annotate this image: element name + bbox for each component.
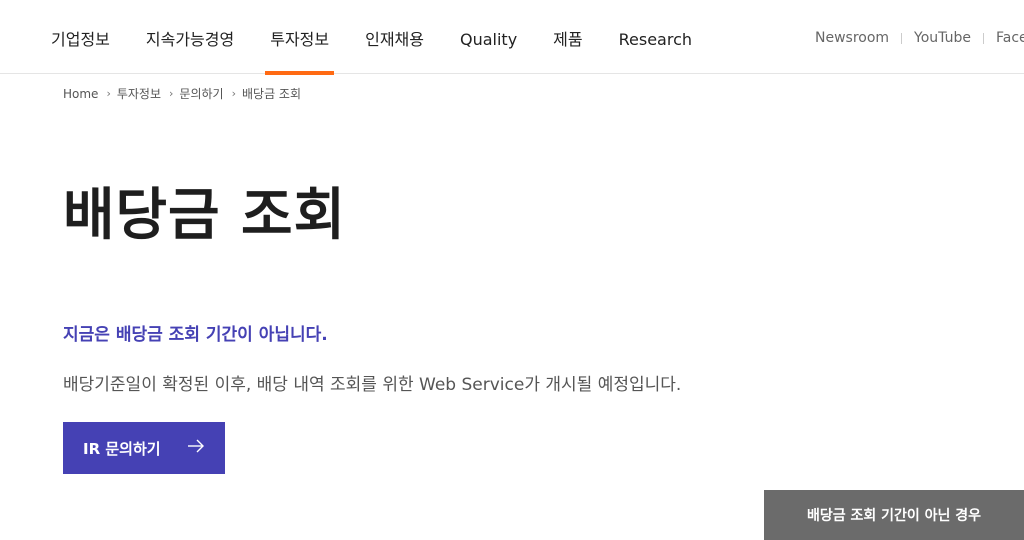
- facebook-link[interactable]: Faceb: [996, 30, 1024, 46]
- global-nav-bar: 기업정보 지속가능경영 투자정보 인재채용 Quality 제품 Researc…: [0, 0, 1024, 75]
- menu-item-research[interactable]: Research: [619, 0, 692, 74]
- menu-item-sustainability[interactable]: 지속가능경영: [146, 0, 234, 74]
- ir-inquiry-button-label: IR 문의하기: [83, 439, 161, 458]
- not-dividend-period-button[interactable]: 배당금 조회 기간이 아닌 경우: [764, 490, 1024, 540]
- breadcrumb: Home › 투자정보 › 문의하기 › 배당금 조회: [63, 85, 301, 102]
- newsroom-link[interactable]: Newsroom: [815, 30, 889, 46]
- breadcrumb-inquiry[interactable]: 문의하기: [179, 85, 223, 102]
- breadcrumb-current: 배당금 조회: [242, 87, 302, 101]
- menu-item-quality[interactable]: Quality: [460, 0, 517, 74]
- chevron-right-icon: ›: [106, 87, 111, 100]
- notice-title: 지금은 배당금 조회 기간이 아닙니다.: [63, 325, 328, 345]
- divider: [982, 32, 984, 44]
- menu-item-careers[interactable]: 인재채용: [365, 0, 424, 74]
- menu-item-company-info[interactable]: 기업정보: [51, 0, 110, 74]
- menu-item-products[interactable]: 제품: [553, 0, 582, 74]
- ir-inquiry-button[interactable]: IR 문의하기: [63, 422, 225, 474]
- page-title: 배당금 조회: [63, 183, 347, 248]
- divider: [901, 32, 903, 44]
- menu-item-investor-relations[interactable]: 투자정보: [265, 0, 334, 75]
- breadcrumb-investor-relations[interactable]: 투자정보: [117, 85, 161, 102]
- breadcrumb-home[interactable]: Home: [63, 87, 98, 101]
- arrow-right-icon: [188, 439, 204, 453]
- main-menu: 기업정보 지속가능경영 투자정보 인재채용 Quality 제품 Researc…: [51, 0, 728, 75]
- notice-description: 배당기준일이 확정된 이후, 배당 내역 조회를 위한 Web Service가…: [63, 375, 682, 395]
- chevron-right-icon: ›: [169, 87, 174, 100]
- youtube-link[interactable]: YouTube: [914, 30, 971, 46]
- chevron-right-icon: ›: [231, 87, 236, 100]
- utility-links: Newsroom YouTube Faceb: [815, 30, 1024, 46]
